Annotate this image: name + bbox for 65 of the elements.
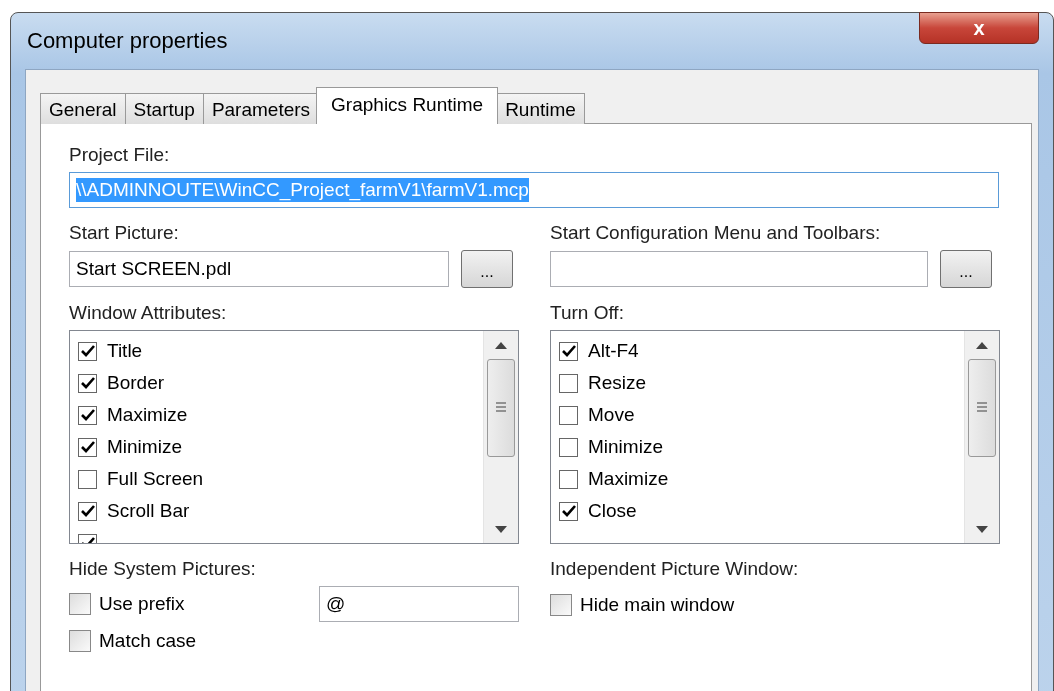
field-label: Start Configuration Menu and Toolbars: [550, 222, 882, 244]
option-label[interactable]: Maximize [107, 404, 188, 426]
field-label: Start Picture: [69, 222, 180, 244]
down-arrow-icon[interactable] [495, 525, 507, 533]
list-label: Window Attributes: [69, 302, 228, 324]
browse-button[interactable]: ... [940, 250, 992, 288]
checkbox[interactable] [78, 405, 97, 425]
tab[interactable]: General [40, 93, 126, 124]
tab[interactable]: Startup [124, 93, 204, 124]
tab[interactable]: Runtime [496, 93, 585, 124]
checkbox[interactable] [69, 593, 91, 615]
check-icon [561, 345, 576, 357]
option-label[interactable]: Title [107, 340, 143, 362]
checkbox[interactable] [550, 594, 572, 616]
start-config-field[interactable] [550, 251, 928, 287]
option-label[interactable]: Maximize [588, 468, 669, 490]
option-label[interactable]: Hide main window [580, 594, 735, 616]
option-label[interactable]: Resize [588, 372, 647, 394]
checkbox[interactable] [559, 341, 578, 361]
option-label[interactable]: Match case [99, 630, 197, 652]
option-label[interactable]: Border [107, 372, 165, 394]
checkbox[interactable] [69, 630, 91, 652]
check-icon [80, 441, 95, 453]
checkbox[interactable] [559, 373, 578, 393]
check-icon [80, 505, 95, 517]
check-icon [561, 505, 576, 517]
up-arrow-icon[interactable] [495, 341, 507, 349]
window-title: Computer properties [26, 28, 228, 54]
tab[interactable]: Graphics Runtime [316, 87, 499, 124]
checkbox[interactable] [78, 437, 97, 457]
checkbox[interactable] [78, 501, 97, 521]
scrollbar[interactable] [483, 331, 518, 543]
scroll-thumb[interactable] [487, 359, 515, 457]
section-label: Independent Picture Window: [550, 558, 800, 580]
option-label[interactable]: Close [588, 500, 637, 522]
prefix-field[interactable]: @ [319, 586, 519, 622]
grip-icon [496, 401, 506, 415]
down-arrow-icon[interactable] [976, 525, 988, 533]
checkbox[interactable] [559, 469, 578, 489]
checkbox[interactable] [78, 373, 97, 393]
grip-icon [977, 401, 987, 415]
check-icon [80, 377, 95, 389]
scroll-thumb[interactable] [968, 359, 996, 457]
option-label[interactable]: Full Screen [107, 468, 204, 490]
option-label[interactable]: Scroll Bar [107, 500, 190, 522]
start-picture-field[interactable]: Start SCREEN.pdl [69, 251, 449, 287]
up-arrow-icon[interactable] [976, 341, 988, 349]
checkbox[interactable] [559, 437, 578, 457]
check-icon [80, 409, 95, 421]
checkbox[interactable] [559, 405, 578, 425]
close-button[interactable]: x [919, 12, 1039, 44]
option-label[interactable]: Minimize [588, 436, 663, 458]
option-label[interactable]: Use prefix [99, 593, 185, 615]
checkbox[interactable] [78, 469, 97, 489]
check-icon [80, 345, 95, 357]
section-label: Hide System Pictures: [69, 558, 257, 580]
field-label: Project File: [69, 144, 171, 166]
option-label[interactable]: Minimize [107, 436, 182, 458]
scrollbar[interactable] [964, 331, 999, 543]
option-label[interactable]: Alt-F4 [588, 340, 639, 362]
browse-button[interactable]: ... [461, 250, 513, 288]
checkbox[interactable] [78, 341, 97, 361]
checkbox[interactable] [559, 501, 578, 521]
option-label[interactable]: Move [588, 404, 635, 426]
list-label: Turn Off: [550, 302, 625, 324]
